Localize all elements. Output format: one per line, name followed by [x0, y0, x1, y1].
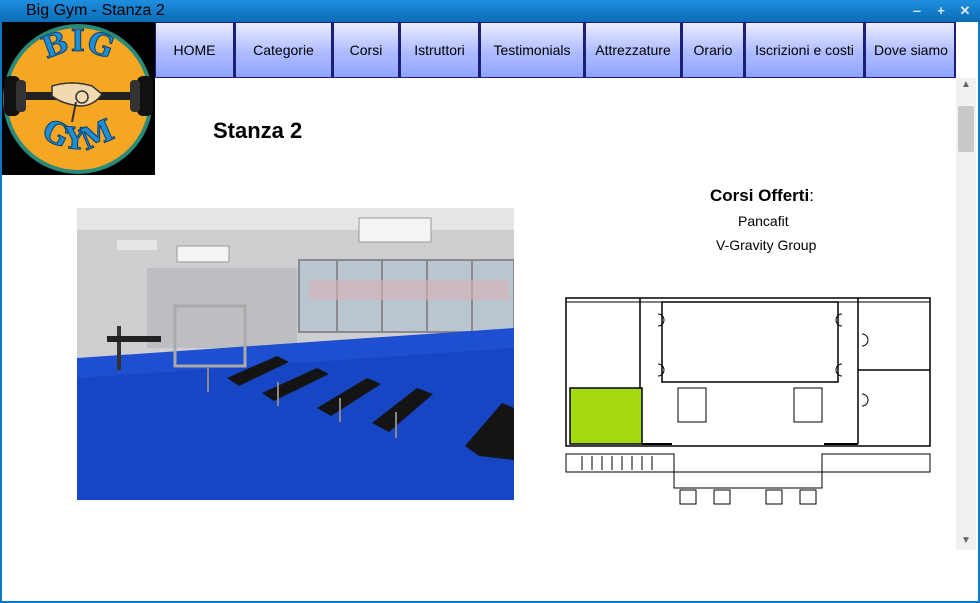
main-nav: HOME Categorie Corsi Istruttori Testimon…	[155, 22, 956, 78]
scroll-up-icon[interactable]: ▲	[956, 78, 976, 92]
nav-corsi[interactable]: Corsi	[333, 22, 400, 78]
course-item: V-Gravity Group	[716, 237, 817, 253]
app-window: Big Gym - Stanza 2 ‒ + ✕ BIG GYM HOME Ca…	[0, 0, 980, 603]
maximize-icon[interactable]: +	[930, 2, 952, 20]
room-photo	[77, 208, 514, 500]
logo-graphic: BIG GYM	[2, 22, 155, 175]
nav-istruttori[interactable]: Istruttori	[400, 22, 480, 78]
page-content: BIG GYM HOME Categorie Corsi Istruttori …	[2, 22, 978, 601]
courses-heading-colon: :	[809, 186, 814, 205]
nav-orario[interactable]: Orario	[682, 22, 745, 78]
nav-home[interactable]: HOME	[155, 22, 235, 78]
minimize-icon[interactable]: ‒	[906, 2, 928, 20]
nav-testimonials[interactable]: Testimonials	[480, 22, 585, 78]
nav-categorie[interactable]: Categorie	[235, 22, 333, 78]
floor-plan	[562, 294, 934, 510]
close-icon[interactable]: ✕	[954, 2, 976, 20]
nav-iscrizioni[interactable]: Iscrizioni e costi	[745, 22, 865, 78]
courses-heading-text: Corsi Offerti	[710, 186, 810, 205]
nav-dove-siamo[interactable]: Dove siamo	[865, 22, 956, 78]
nav-attrezzature[interactable]: Attrezzature	[585, 22, 682, 78]
courses-heading: Corsi Offerti:	[710, 186, 814, 206]
scrollbar-thumb[interactable]	[958, 106, 974, 152]
page-title: Stanza 2	[213, 118, 303, 143]
course-item: Pancafit	[738, 213, 789, 229]
scroll-down-icon[interactable]: ▼	[956, 534, 976, 548]
window-title: Big Gym - Stanza 2	[26, 2, 165, 19]
title-bar[interactable]: Big Gym - Stanza 2 ‒ + ✕	[0, 0, 980, 22]
big-gym-logo[interactable]: BIG GYM	[2, 22, 155, 175]
highlighted-room	[569, 387, 643, 445]
